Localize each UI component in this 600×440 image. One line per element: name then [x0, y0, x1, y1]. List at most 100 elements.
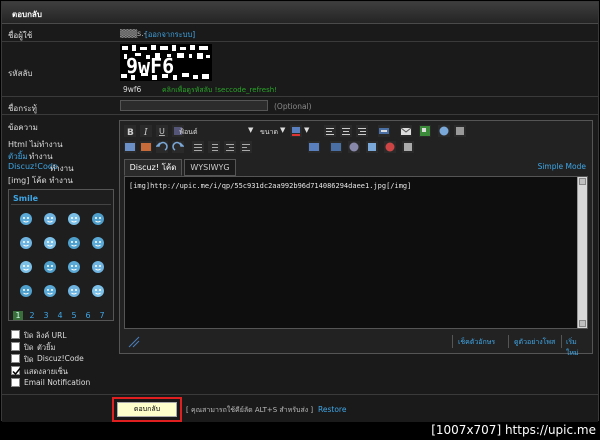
username-row: ชื่อผู้ใช้ ▒▒▒s.- [ออกจากระบบ]	[2, 25, 598, 42]
panel-titlebar: ตอบกลับ	[2, 2, 598, 24]
scroll-down-icon[interactable]	[579, 320, 586, 327]
resize-icon[interactable]	[128, 336, 140, 348]
panel-title: ตอบกลับ	[12, 10, 42, 19]
captcha-glyphs: 9wF6	[126, 54, 174, 78]
smile-page-5[interactable]: 5	[69, 311, 79, 320]
submit-highlight: ตอบกลับ	[112, 397, 182, 422]
restore-link[interactable]: Restore	[318, 405, 346, 414]
bold-icon[interactable]: B	[124, 125, 136, 138]
smiley-icon[interactable]	[43, 260, 57, 274]
italic-icon[interactable]: I	[140, 125, 152, 138]
undo-icon[interactable]	[155, 141, 168, 153]
settings-icon[interactable]	[454, 125, 466, 137]
smiley-icon[interactable]	[19, 212, 33, 226]
bottom-divider-2	[508, 335, 509, 348]
subject-label: ชื่อกระทู้	[8, 104, 37, 113]
smiley-icon[interactable]	[67, 236, 81, 250]
smile-page-3[interactable]: 3	[41, 311, 51, 320]
color-dropdown-arrow-icon[interactable]: ▼	[304, 126, 309, 134]
svg-text:U: U	[159, 127, 165, 136]
clear-button[interactable]: เริ่มใหม่	[566, 337, 588, 359]
smile-page-1[interactable]: 1	[13, 311, 23, 320]
redo-icon[interactable]	[172, 141, 185, 153]
image-icon[interactable]	[419, 125, 431, 137]
message-textarea[interactable]: [img]http://upic.me/i/qp/55c931dc2aa992b…	[124, 176, 588, 329]
logout-link[interactable]: [ออกจากระบบ]	[145, 29, 195, 41]
disable-url-label: ปิด ลิงค์ URL	[24, 331, 67, 340]
scroll-up-icon[interactable]	[579, 178, 586, 185]
disable-smilies-checkbox[interactable]	[11, 342, 20, 351]
smiley-icon[interactable]	[67, 284, 81, 298]
table-icon[interactable]	[124, 141, 136, 153]
align-left-icon[interactable]	[324, 125, 336, 137]
smile-page-6[interactable]: 6	[83, 311, 93, 320]
underline-icon[interactable]: U	[156, 125, 168, 137]
outdent-icon[interactable]	[240, 141, 252, 153]
username-value: ▒▒▒s.-	[120, 29, 147, 38]
indent-icon[interactable]	[224, 141, 236, 153]
email-notification-checkbox[interactable]	[11, 378, 20, 387]
font-dropdown-arrow-icon[interactable]: ▼	[248, 126, 253, 134]
smile-divider	[11, 204, 111, 205]
disable-url-checkbox[interactable]	[11, 330, 20, 339]
text-color-icon[interactable]	[290, 125, 302, 137]
preview-button[interactable]: ดูตัวอย่างโพส	[514, 337, 555, 348]
check-length-button[interactable]: เช็คตัวอักษร	[458, 337, 495, 348]
disable-discuz-checkbox[interactable]	[11, 354, 20, 363]
size-dropdown[interactable]: ขนาด	[260, 127, 278, 138]
smile-page-7[interactable]: 7	[97, 311, 107, 320]
ordered-list-icon[interactable]	[208, 141, 220, 153]
tool-icon[interactable]	[402, 141, 414, 153]
simple-mode-link[interactable]: Simple Mode	[538, 162, 586, 171]
smiley-icon[interactable]	[43, 236, 57, 250]
smiley-icon[interactable]	[19, 284, 33, 298]
smile-page-2[interactable]: 2	[27, 311, 37, 320]
username-label: ชื่อผู้ใช้	[8, 31, 33, 40]
align-right-icon[interactable]	[356, 125, 368, 137]
align-center-icon[interactable]	[340, 125, 352, 137]
free-icon[interactable]	[384, 141, 396, 153]
disable-smilies-label: ปิด	[24, 343, 34, 352]
smiley-icon[interactable]	[19, 236, 33, 250]
disable-smilies-link[interactable]: ตัวยิ้ม	[37, 342, 55, 354]
font-dropdown[interactable]: ฟ้อนต์	[179, 127, 198, 138]
captcha-row: รหัสลับ	[2, 42, 598, 97]
smiley-icon[interactable]	[91, 236, 105, 250]
disable-discuz-label: ปิด	[24, 355, 34, 364]
hide-icon[interactable]	[366, 141, 378, 153]
quote-icon[interactable]	[438, 125, 450, 137]
smiley-icon[interactable]	[43, 212, 57, 226]
link-icon[interactable]	[378, 125, 390, 137]
subject-input[interactable]	[120, 100, 268, 111]
img-status: [img] โค้ด ทำงาน	[8, 176, 73, 185]
code-icon[interactable]	[308, 141, 320, 153]
submit-reply-button[interactable]: ตอบกลับ	[117, 402, 177, 417]
smiley-icon[interactable]	[67, 212, 81, 226]
email-notification-label: Email Notification	[24, 378, 91, 387]
textarea-scrollbar[interactable]	[577, 177, 587, 328]
smiley-icon[interactable]	[67, 260, 81, 274]
smiley-icon[interactable]	[91, 260, 105, 274]
captcha-refresh-link[interactable]: คลิกเพื่อดูรหัสลับ !seccode_refresh!	[162, 85, 277, 96]
captcha-image: 9wF6	[120, 44, 212, 81]
subject-row: ชื่อกระทู้ (Optional)	[2, 97, 598, 115]
footer-bar: [ คุณสามารถใช้คีย์ลัด ALT+S สำหรับส่ง ] …	[2, 394, 598, 422]
show-signature-checkbox[interactable]	[11, 366, 21, 376]
message-editor: B I U ฟ้อนต์ ▼ ขนาด ▼ ▼ Discuz! โค้ด WYS…	[119, 120, 593, 357]
editor-bottom-bar: เช็คตัวอักษร ดูตัวอย่างโพส เริ่มใหม่	[124, 333, 588, 357]
size-dropdown-arrow-icon[interactable]: ▼	[280, 126, 285, 134]
attach-icon[interactable]	[348, 141, 360, 153]
flash-icon[interactable]	[330, 141, 342, 153]
smile-page-4[interactable]: 4	[55, 311, 65, 320]
smiley-icon[interactable]	[91, 212, 105, 226]
smiley-icon[interactable]	[91, 284, 105, 298]
smile-panel: Smile 1 2 3 4 5 6 7	[8, 189, 114, 321]
tab-wysiwyg[interactable]: WYSIWYG	[184, 159, 236, 176]
disable-discuz-link[interactable]: Discuz!Code	[37, 354, 84, 363]
email-icon[interactable]	[400, 125, 412, 137]
media-icon[interactable]	[140, 141, 152, 153]
list-icon[interactable]	[192, 141, 204, 153]
smiley-icon[interactable]	[43, 284, 57, 298]
smiley-icon[interactable]	[19, 260, 33, 274]
tab-discuz-code[interactable]: Discuz! โค้ด	[124, 159, 182, 176]
